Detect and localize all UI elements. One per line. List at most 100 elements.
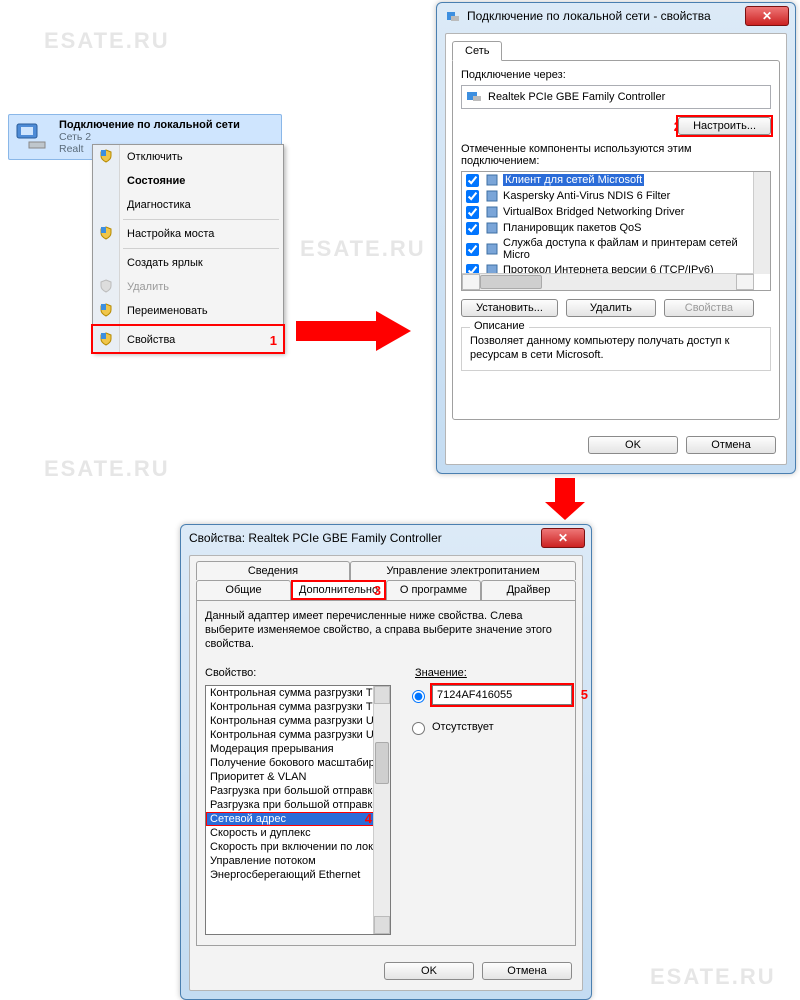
watermark: ESATE.RU xyxy=(44,456,170,482)
property-item[interactable]: Сетевой адрес4 xyxy=(206,812,390,826)
network-adapter-icon xyxy=(15,122,51,152)
context-menu-separator xyxy=(123,219,279,220)
adapter-icon xyxy=(445,8,461,24)
vertical-scrollbar[interactable] xyxy=(753,172,770,274)
horizontal-scrollbar[interactable] xyxy=(462,273,754,290)
property-item[interactable]: Энергосберегающий Ethernet xyxy=(206,868,390,882)
component-label: VirtualBox Bridged Networking Driver xyxy=(503,206,684,218)
vertical-scrollbar[interactable] xyxy=(373,686,390,934)
component-label: Служба доступа к файлам и принтерам сете… xyxy=(503,237,766,261)
ctx-shortcut[interactable]: Создать ярлык xyxy=(93,251,283,275)
property-item[interactable]: Приоритет & VLAN xyxy=(206,770,390,784)
component-checkbox[interactable] xyxy=(466,174,479,187)
component-item[interactable]: Планировщик пакетов QoS xyxy=(462,220,770,236)
titlebar[interactable]: Подключение по локальной сети - свойства… xyxy=(437,3,795,29)
shield-icon xyxy=(98,278,114,294)
window-body: Сведения Управление электропитанием Общи… xyxy=(189,555,583,991)
ok-button[interactable]: OK xyxy=(588,436,678,454)
property-listbox[interactable]: Контрольная сумма разгрузки TCPКонтрольн… xyxy=(205,685,391,935)
ctx-rename-label: Переименовать xyxy=(127,305,208,317)
close-button[interactable]: ✕ xyxy=(541,528,585,548)
value-absent-radio-input[interactable] xyxy=(412,722,425,735)
close-button[interactable]: ✕ xyxy=(745,6,789,26)
component-checkbox[interactable] xyxy=(466,243,479,256)
component-icon xyxy=(485,189,499,203)
close-icon: ✕ xyxy=(558,531,568,545)
ctx-shortcut-label: Создать ярлык xyxy=(127,257,203,269)
property-item[interactable]: Контрольная сумма разгрузки TCP xyxy=(206,700,390,714)
network-item-with-context-menu: Подключение по локальной сети Сеть 2 Rea… xyxy=(8,114,282,160)
component-item[interactable]: VirtualBox Bridged Networking Driver xyxy=(462,204,770,220)
ctx-properties[interactable]: Свойства xyxy=(93,328,283,352)
watermark: ESATE.RU xyxy=(44,28,170,54)
component-icon xyxy=(485,205,499,219)
scroll-thumb[interactable] xyxy=(480,275,542,289)
property-item[interactable]: Разгрузка при большой отправке v2 xyxy=(206,798,390,812)
red-arrow-right xyxy=(296,306,416,356)
scroll-right-icon[interactable] xyxy=(736,274,754,290)
value-absent-radio[interactable]: Отсутствует xyxy=(407,719,567,735)
ok-button[interactable]: OK xyxy=(384,962,474,980)
titlebar[interactable]: Свойства: Realtek PCIe GBE Family Contro… xyxy=(181,525,591,551)
property-item[interactable]: Получение бокового масштабирован xyxy=(206,756,390,770)
configure-button[interactable]: Настроить... xyxy=(678,117,771,135)
tab-advanced[interactable]: Дополнительно 3 xyxy=(291,580,386,600)
install-button[interactable]: Установить... xyxy=(461,299,558,317)
tab-driver[interactable]: Драйвер xyxy=(481,580,576,600)
tab-details[interactable]: Сведения xyxy=(196,561,350,580)
component-checkbox[interactable] xyxy=(466,206,479,219)
ctx-disable[interactable]: Отключить xyxy=(93,145,283,169)
scroll-left-icon[interactable] xyxy=(462,274,480,290)
tab-panel-advanced: Данный адаптер имеет перечисленные ниже … xyxy=(196,600,576,946)
ctx-diag-label: Диагностика xyxy=(127,199,191,211)
network-item-line2: Сеть 2 xyxy=(59,131,240,143)
tab-general[interactable]: Общие xyxy=(196,580,291,600)
ctx-disable-label: Отключить xyxy=(127,151,183,163)
ctx-rename[interactable]: Переименовать xyxy=(93,299,283,323)
tab-network[interactable]: Сеть xyxy=(452,41,502,61)
value-label: Значение: xyxy=(415,667,467,679)
property-item[interactable]: Разгрузка при большой отправке v2 xyxy=(206,784,390,798)
property-item[interactable]: Скорость при включении по локальн xyxy=(206,840,390,854)
property-item[interactable]: Контрольная сумма разгрузки TCP xyxy=(206,686,390,700)
step-number-3: 3 xyxy=(374,583,381,598)
component-checkbox[interactable] xyxy=(466,222,479,235)
property-item[interactable]: Скорость и дуплекс xyxy=(206,826,390,840)
property-item[interactable]: Контрольная сумма разгрузки UDP xyxy=(206,714,390,728)
property-item[interactable]: Управление потоком xyxy=(206,854,390,868)
ctx-status[interactable]: Состояние xyxy=(93,169,283,193)
adapter-icon xyxy=(466,89,482,106)
component-item[interactable]: Служба доступа к файлам и принтерам сете… xyxy=(462,236,770,262)
ctx-diagnostics[interactable]: Диагностика xyxy=(93,193,283,217)
mac-address-input[interactable] xyxy=(432,685,572,705)
tabstrip: Сведения Управление электропитанием Общи… xyxy=(190,556,582,599)
scroll-thumb[interactable] xyxy=(375,742,389,784)
ctx-status-label: Состояние xyxy=(127,175,185,187)
tab-advanced-label: Дополнительно xyxy=(299,584,378,596)
tab-power[interactable]: Управление электропитанием xyxy=(350,561,576,580)
component-item[interactable]: Клиент для сетей Microsoft xyxy=(462,172,770,188)
cancel-button[interactable]: Отмена xyxy=(686,436,776,454)
tabstrip: Сеть xyxy=(446,34,786,60)
adapter-name: Realtek PCIe GBE Family Controller xyxy=(488,91,665,103)
component-label: Kaspersky Anti-Virus NDIS 6 Filter xyxy=(503,190,670,202)
components-list[interactable]: Клиент для сетей Microsoft Kaspersky Anti… xyxy=(461,171,771,291)
ctx-bridge[interactable]: Настройка моста xyxy=(93,222,283,246)
value-present-radio[interactable]: 5 xyxy=(407,685,567,705)
tab-about[interactable]: О программе xyxy=(386,580,481,600)
shield-icon xyxy=(98,225,114,241)
component-item[interactable]: Kaspersky Anti-Virus NDIS 6 Filter xyxy=(462,188,770,204)
value-present-radio-input[interactable] xyxy=(412,690,425,703)
ctx-props-label: Свойства xyxy=(127,334,175,346)
property-item[interactable]: Модерация прерывания xyxy=(206,742,390,756)
component-checkbox[interactable] xyxy=(466,190,479,203)
uninstall-button[interactable]: Удалить xyxy=(566,299,656,317)
shield-icon xyxy=(98,331,114,347)
step-number-5: 5 xyxy=(581,687,588,702)
scroll-up-icon[interactable] xyxy=(374,686,390,704)
cancel-button[interactable]: Отмена xyxy=(482,962,572,980)
scroll-down-icon[interactable] xyxy=(374,916,390,934)
component-label: Планировщик пакетов QoS xyxy=(503,222,642,234)
property-label: Свойство: xyxy=(205,667,256,679)
property-item[interactable]: Контрольная сумма разгрузки UDP xyxy=(206,728,390,742)
